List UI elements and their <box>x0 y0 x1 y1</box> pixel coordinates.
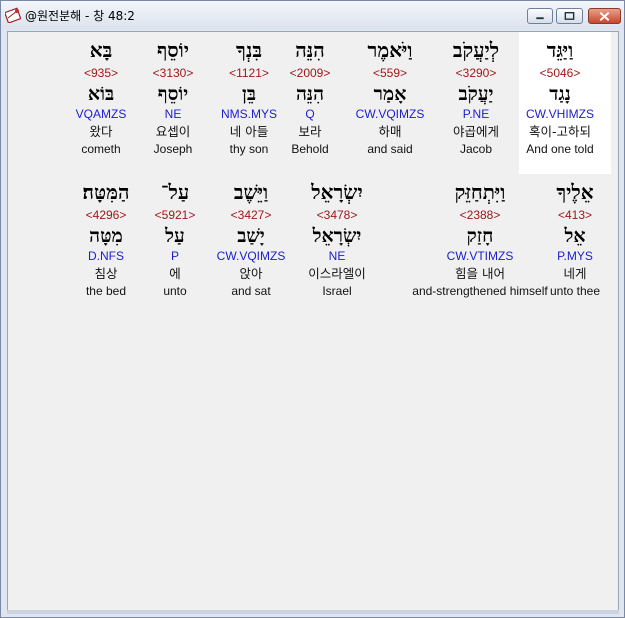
hebrew-word: יִשְׂרָאֵל <box>311 180 363 204</box>
root-word: נָגַד <box>549 83 571 105</box>
minimize-button[interactable] <box>527 8 553 24</box>
root-word: יַעֲקֹב <box>458 83 494 105</box>
word-cell[interactable]: הַמִּטָּה׃ <4296> מִטָּה D.NFS 침상 the bed <box>58 178 154 299</box>
maximize-icon <box>564 12 575 20</box>
hebrew-word: הַמִּטָּה׃ <box>82 180 130 204</box>
word-cell[interactable]: יִשְׂרָאֵל <3478> יִשְׂרָאֵל NE 이스라엘이 Israel <box>289 178 385 299</box>
hebrew-word: בָּא <box>89 38 113 62</box>
korean-gloss: 침상 <box>94 266 118 281</box>
morphology-code: CW.VHIMZS <box>526 107 594 121</box>
strong-number: <3478> <box>316 208 358 222</box>
korean-gloss: 야곱에게 <box>452 124 499 139</box>
title-bar[interactable]: @원전분해 - 창 48:2 <box>1 1 624 29</box>
close-button[interactable] <box>588 8 621 24</box>
app-window: @원전분해 - 창 48:2 וַיַּגֵּד <5046> נָגַד CW.VH… <box>0 0 625 618</box>
root-word: בּוֹא <box>87 83 115 105</box>
word-cell[interactable]: וַיַּגֵּד <5046> נָגַד CW.VHIMZS 혹이-고하되 And o… <box>512 36 608 157</box>
minimize-icon <box>536 17 544 20</box>
strong-number: <4296> <box>85 208 127 222</box>
morphology-code: CW.VTIMZS <box>446 249 514 263</box>
english-gloss: and-strengthened himself <box>412 284 548 298</box>
word-cell[interactable]: בָּא <935> בּוֹא VQAMZS 왔다 cometh <box>53 36 149 157</box>
word-cell[interactable]: וַיִּתְחַזֵּק <2388> חָזַק CW.VTIMZS 힘을 내어 an… <box>400 178 560 299</box>
close-icon <box>599 12 610 21</box>
window-title: @원전분해 - 창 48:2 <box>25 9 135 23</box>
korean-gloss: 힘을 내어 <box>455 266 505 281</box>
english-gloss: Israel <box>322 284 352 298</box>
root-word: מִטָּה <box>89 225 123 247</box>
strong-number: <2388> <box>459 208 501 222</box>
morphology-code: D.NFS <box>88 249 124 263</box>
korean-gloss: 혹이-고하되 <box>528 124 591 139</box>
hebrew-word: וַיַּגֵּד <box>546 38 574 62</box>
root-word: יִשְׂרָאֵל <box>312 225 362 247</box>
root-word: חָזַק <box>466 225 494 247</box>
hebrew-word: וַיִּתְחַזֵּק <box>454 180 506 204</box>
interlinear-panel[interactable]: וַיַּגֵּד <5046> נָגַד CW.VHIMZS 혹이-고하되 And o… <box>7 31 619 611</box>
english-gloss: the bed <box>85 284 127 298</box>
korean-gloss: 왔다 <box>89 124 113 139</box>
hebrew-word: לְיַעֲקֹב <box>452 38 500 62</box>
morphology-code: NE <box>328 249 346 263</box>
korean-gloss: 이스라엘이 <box>308 266 366 281</box>
english-gloss: And one told <box>526 142 594 156</box>
maximize-button[interactable] <box>556 8 583 24</box>
bible-book-icon[interactable] <box>5 7 21 23</box>
strong-number: <935> <box>83 66 119 80</box>
status-strip <box>7 610 619 614</box>
strong-number: <3290> <box>455 66 497 80</box>
word-cell[interactable]: לְיַעֲקֹב <3290> יַעֲקֹב P.NE 야곱에게 Jacob <box>428 36 524 157</box>
strong-number: <5046> <box>539 66 581 80</box>
morphology-code: VQAMZS <box>75 107 127 121</box>
english-gloss: Jacob <box>459 142 493 156</box>
morphology-code: P.NE <box>462 107 490 121</box>
english-gloss: cometh <box>81 142 121 156</box>
